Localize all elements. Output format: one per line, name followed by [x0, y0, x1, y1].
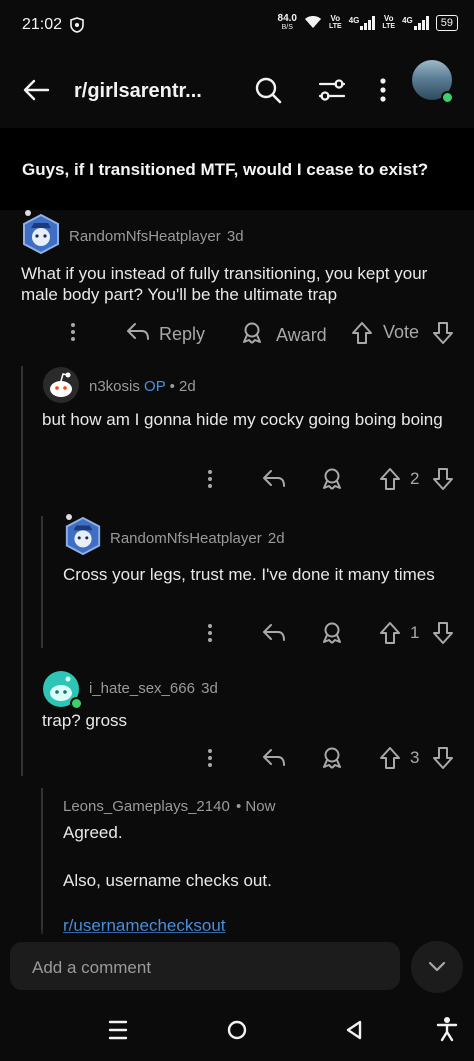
- award-icon: [240, 321, 264, 350]
- award-icon[interactable]: [320, 467, 344, 496]
- status-bar: 21:02 84.0 B/S Vo LTE 4G Vo LTE 4G 59: [0, 0, 474, 52]
- comment-more-icon[interactable]: [203, 623, 217, 648]
- reply-icon[interactable]: [262, 468, 286, 495]
- thread-line[interactable]: [21, 366, 23, 776]
- sim2-volte: Vo LTE: [382, 14, 396, 31]
- wifi-icon: [304, 15, 322, 32]
- award-icon[interactable]: [320, 621, 344, 650]
- sim1-signal-icon: 4G: [349, 16, 376, 30]
- award-button[interactable]: Award: [240, 321, 327, 350]
- upvote-icon[interactable]: [379, 467, 401, 496]
- comment-username[interactable]: i_hate_sex_666 3d: [89, 680, 218, 697]
- reply-button[interactable]: Reply: [126, 321, 205, 348]
- online-status-dot: [441, 91, 454, 104]
- net-speed: 84.0 B/S: [277, 13, 297, 32]
- subreddit-title[interactable]: r/girlsarentr...: [74, 80, 202, 103]
- upvote-icon[interactable]: [351, 321, 373, 350]
- online-status-dot: [70, 697, 83, 710]
- back-arrow-icon[interactable]: [22, 76, 50, 109]
- reply-icon: [126, 321, 150, 348]
- comment-more-icon[interactable]: [203, 748, 217, 773]
- reply-icon[interactable]: [262, 622, 286, 649]
- app-header: [0, 52, 474, 128]
- comment-username[interactable]: RandomNfsHeatplayer 3d: [69, 228, 244, 245]
- commenter-avatar[interactable]: [42, 366, 80, 404]
- filter-icon[interactable]: [318, 77, 346, 108]
- chevron-down-icon: [426, 957, 448, 982]
- vote-count: 2: [410, 469, 420, 488]
- avatar-badge: [66, 514, 72, 520]
- award-icon[interactable]: [320, 746, 344, 775]
- recent-apps-icon[interactable]: [108, 1019, 128, 1046]
- vote-label: Vote: [383, 322, 420, 342]
- thread-line[interactable]: [41, 788, 43, 938]
- downvote-icon[interactable]: [432, 746, 454, 775]
- vote-count: 3: [410, 748, 420, 767]
- reply-icon[interactable]: [262, 747, 286, 774]
- back-triangle-icon[interactable]: [344, 1019, 364, 1046]
- upvote-icon[interactable]: [379, 621, 401, 650]
- comment-text: trap? gross: [42, 711, 128, 730]
- more-options-icon[interactable]: [376, 78, 390, 107]
- post-title[interactable]: Guys, if I transitioned MTF, would I cea…: [22, 160, 428, 180]
- downvote-icon[interactable]: [432, 621, 454, 650]
- avatar-badge: [25, 210, 31, 216]
- downvote-icon[interactable]: [432, 321, 454, 350]
- op-badge: OP: [144, 378, 166, 395]
- comment-username[interactable]: n3kosis OP • 2d: [89, 378, 196, 395]
- battery-indicator: 59: [435, 15, 458, 31]
- comment-username[interactable]: RandomNfsHeatplayer 2d: [110, 530, 285, 547]
- home-icon[interactable]: [226, 1019, 248, 1046]
- vpn-icon: [70, 17, 84, 37]
- comment-username[interactable]: Leons_Gameplays_2140 • Now: [63, 798, 275, 815]
- comment-text: What if you instead of fully transitioni…: [21, 264, 428, 304]
- comment-text-line: Agreed.: [63, 823, 123, 842]
- status-right: 84.0 B/S Vo LTE 4G Vo LTE 4G 59: [278, 14, 458, 32]
- comment-more-icon[interactable]: [203, 469, 217, 494]
- upvote-icon[interactable]: [379, 746, 401, 775]
- comment-text: Cross your legs, trust me. I've done it …: [63, 565, 435, 584]
- search-icon[interactable]: [254, 76, 282, 109]
- vote-count: 1: [410, 623, 420, 642]
- accessibility-icon[interactable]: [436, 1016, 458, 1047]
- add-comment-placeholder: Add a comment: [32, 958, 152, 977]
- commenter-avatar[interactable]: [20, 213, 62, 255]
- sim2-signal-icon: 4G: [402, 16, 429, 30]
- thread-line[interactable]: [41, 516, 43, 648]
- commenter-avatar[interactable]: [63, 516, 103, 556]
- comment-text: but how am I gonna hide my cocky going b…: [42, 410, 443, 429]
- status-time: 21:02: [22, 16, 63, 33]
- comment-more-icon[interactable]: [66, 322, 80, 347]
- sim1-volte: Vo LTE: [329, 14, 342, 31]
- comment-text-line: Also, username checks out.: [63, 871, 272, 890]
- downvote-icon[interactable]: [432, 467, 454, 496]
